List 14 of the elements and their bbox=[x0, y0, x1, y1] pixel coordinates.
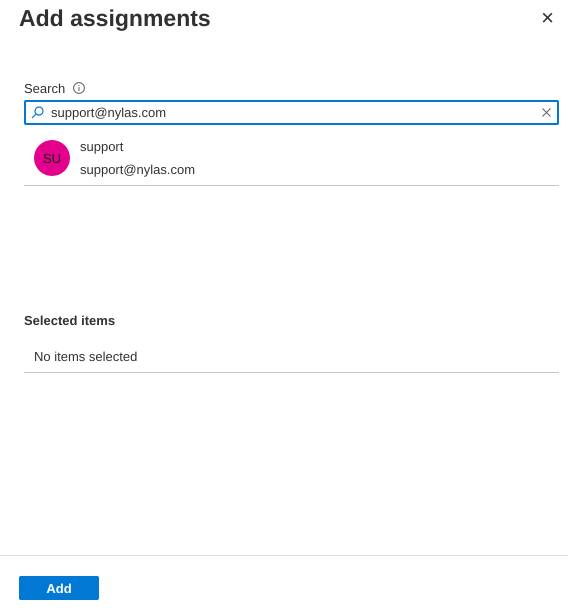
info-icon[interactable] bbox=[73, 82, 86, 94]
result-item[interactable]: SU support support@nylas.com bbox=[24, 125, 559, 186]
search-icon bbox=[31, 106, 44, 119]
add-button[interactable]: Add bbox=[19, 576, 99, 600]
user-email: support@nylas.com bbox=[80, 162, 196, 177]
user-name: support bbox=[80, 139, 124, 154]
search-field[interactable]: support@nylas.com bbox=[24, 100, 559, 125]
empty-message: No items selected bbox=[34, 349, 138, 364]
clear-icon[interactable] bbox=[542, 108, 551, 117]
panel-title: Add assignments bbox=[19, 4, 211, 32]
search-label: Search bbox=[24, 80, 66, 96]
avatar: SU bbox=[34, 140, 70, 176]
section-heading: Selected items bbox=[24, 313, 116, 328]
close-button[interactable]: × bbox=[539, 7, 556, 29]
